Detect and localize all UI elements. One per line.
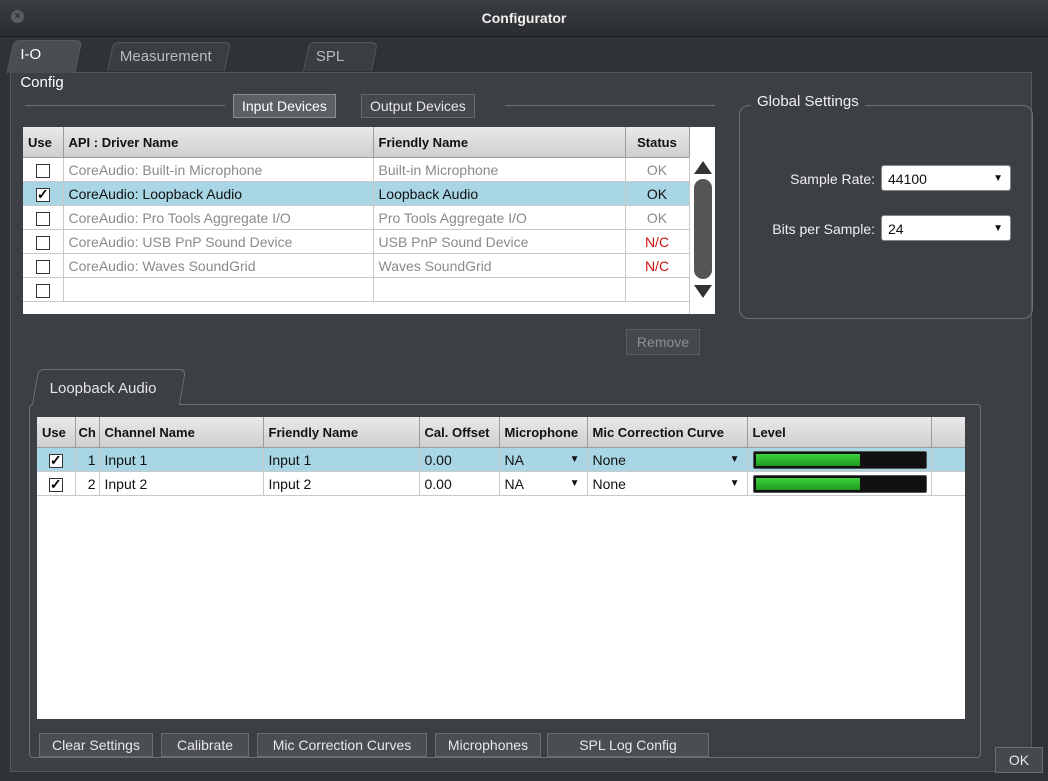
devices-table: Use API : Driver Name Friendly Name Stat… bbox=[23, 127, 715, 314]
api-driver-name: CoreAudio: USB PnP Sound Device bbox=[63, 229, 374, 254]
status: OK bbox=[625, 157, 690, 182]
use-checkbox[interactable]: ✓ bbox=[48, 453, 63, 468]
scroll-up-icon[interactable] bbox=[694, 161, 712, 174]
use-checkbox[interactable] bbox=[35, 283, 50, 298]
api-driver-name: CoreAudio: Waves SoundGrid bbox=[63, 253, 374, 278]
col-status[interactable]: Status bbox=[625, 127, 690, 158]
use-checkbox[interactable] bbox=[35, 211, 50, 226]
channel-name[interactable]: Input 2 bbox=[99, 471, 264, 496]
chevron-down-icon: ▼ bbox=[993, 223, 1003, 234]
bits-per-sample-label: Bits per Sample: bbox=[772, 221, 875, 237]
col-friendly-name[interactable]: Friendly Name bbox=[373, 127, 626, 158]
table-row[interactable]: ✓ CoreAudio: Loopback Audio Loopback Aud… bbox=[23, 181, 690, 206]
friendly-name: USB PnP Sound Device bbox=[373, 229, 626, 254]
mic-correction-select[interactable]: None ▼ bbox=[587, 471, 748, 496]
status: N/C bbox=[625, 229, 690, 254]
global-settings-group bbox=[739, 105, 1033, 319]
status: OK bbox=[625, 205, 690, 230]
divider-line bbox=[25, 105, 225, 106]
level-meter bbox=[752, 450, 927, 469]
col-level[interactable]: Level bbox=[747, 417, 932, 448]
microphones-button[interactable]: Microphones bbox=[435, 733, 541, 757]
col-cal-offset[interactable]: Cal. Offset bbox=[419, 417, 500, 448]
api-driver-name: CoreAudio: Built-in Microphone bbox=[63, 157, 374, 182]
friendly-name[interactable]: Input 2 bbox=[263, 471, 420, 496]
table-row[interactable]: CoreAudio: USB PnP Sound Device USB PnP … bbox=[23, 229, 690, 254]
table-row[interactable]: ✓ 2 Input 2 Input 2 0.00 NA ▼ None ▼ bbox=[37, 471, 965, 496]
spl-log-config-button[interactable]: SPL Log Config bbox=[547, 733, 709, 757]
api-driver-name: CoreAudio: Pro Tools Aggregate I/O bbox=[63, 205, 374, 230]
use-checkbox[interactable] bbox=[35, 235, 50, 250]
global-settings-title: Global Settings bbox=[751, 93, 865, 110]
tab-loopback-audio[interactable]: Loopback Audio bbox=[31, 369, 187, 405]
tab-io-config[interactable]: I-O Config bbox=[6, 40, 83, 91]
scroll-down-icon[interactable] bbox=[694, 285, 712, 298]
col-use[interactable]: Use bbox=[37, 417, 76, 448]
divider-line bbox=[505, 105, 715, 106]
channels-table-header: Use Ch Channel Name Friendly Name Cal. O… bbox=[37, 417, 965, 448]
channel-number: 2 bbox=[75, 471, 100, 496]
friendly-name: Waves SoundGrid bbox=[373, 253, 626, 278]
devices-table-header: Use API : Driver Name Friendly Name Stat… bbox=[23, 127, 690, 158]
col-microphone[interactable]: Microphone bbox=[499, 417, 588, 448]
friendly-name[interactable]: Input 1 bbox=[263, 447, 420, 472]
clear-settings-button[interactable]: Clear Settings bbox=[39, 733, 153, 757]
remove-button[interactable]: Remove bbox=[626, 329, 700, 355]
output-devices-button[interactable]: Output Devices bbox=[361, 94, 475, 118]
input-devices-button[interactable]: Input Devices bbox=[233, 94, 336, 118]
io-config-panel: Input Devices Output Devices Use API : D… bbox=[10, 72, 1033, 772]
level-meter bbox=[752, 474, 927, 493]
friendly-name: Pro Tools Aggregate I/O bbox=[373, 205, 626, 230]
col-channel-name[interactable]: Channel Name bbox=[99, 417, 264, 448]
channel-number: 1 bbox=[75, 447, 100, 472]
table-row[interactable]: ✓ 1 Input 1 Input 1 0.00 NA ▼ None ▼ bbox=[37, 447, 965, 472]
use-checkbox[interactable] bbox=[35, 163, 50, 178]
tab-measurement-config[interactable]: Measurement Config bbox=[106, 42, 231, 93]
friendly-name: Built-in Microphone bbox=[373, 157, 626, 182]
window-title: Configurator bbox=[481, 10, 567, 26]
microphone-select[interactable]: NA ▼ bbox=[499, 447, 588, 472]
chevron-down-icon: ▼ bbox=[729, 454, 740, 465]
use-checkbox[interactable] bbox=[35, 259, 50, 274]
microphone-select[interactable]: NA ▼ bbox=[499, 471, 588, 496]
cal-offset[interactable]: 0.00 bbox=[419, 471, 500, 496]
tab-spl-config[interactable]: SPL Config bbox=[302, 42, 379, 93]
col-use[interactable]: Use bbox=[23, 127, 64, 158]
use-checkbox[interactable]: ✓ bbox=[48, 477, 63, 492]
sample-rate-label: Sample Rate: bbox=[790, 171, 875, 187]
status: OK bbox=[625, 181, 690, 206]
chevron-down-icon: ▼ bbox=[729, 478, 740, 489]
scroll-thumb[interactable] bbox=[694, 179, 712, 279]
title-bar: × Configurator bbox=[0, 0, 1048, 37]
chevron-down-icon: ▼ bbox=[569, 478, 580, 489]
devices-scrollbar[interactable] bbox=[689, 157, 715, 314]
friendly-name: Loopback Audio bbox=[373, 181, 626, 206]
cal-offset[interactable]: 0.00 bbox=[419, 447, 500, 472]
channel-name[interactable]: Input 1 bbox=[99, 447, 264, 472]
status: N/C bbox=[625, 253, 690, 278]
table-row[interactable] bbox=[23, 277, 690, 302]
use-checkbox[interactable]: ✓ bbox=[35, 187, 50, 202]
ok-button[interactable]: OK bbox=[995, 747, 1043, 773]
mic-correction-curves-button[interactable]: Mic Correction Curves bbox=[257, 733, 427, 757]
bits-per-sample-select[interactable]: 24 ▼ bbox=[881, 215, 1011, 241]
level-meter-fill bbox=[755, 477, 860, 490]
chevron-down-icon: ▼ bbox=[993, 173, 1003, 184]
mic-correction-select[interactable]: None ▼ bbox=[587, 447, 748, 472]
col-mic-correction-curve[interactable]: Mic Correction Curve bbox=[587, 417, 748, 448]
sample-rate-select[interactable]: 44100 ▼ bbox=[881, 165, 1011, 191]
calibrate-button[interactable]: Calibrate bbox=[161, 733, 249, 757]
channels-table: Use Ch Channel Name Friendly Name Cal. O… bbox=[37, 417, 965, 719]
col-api-driver-name[interactable]: API : Driver Name bbox=[63, 127, 374, 158]
col-ch[interactable]: Ch bbox=[75, 417, 100, 448]
col-friendly-name[interactable]: Friendly Name bbox=[263, 417, 420, 448]
table-row[interactable]: CoreAudio: Waves SoundGrid Waves SoundGr… bbox=[23, 253, 690, 278]
level-meter-fill bbox=[755, 453, 860, 466]
table-row[interactable]: CoreAudio: Pro Tools Aggregate I/O Pro T… bbox=[23, 205, 690, 230]
api-driver-name: CoreAudio: Loopback Audio bbox=[63, 181, 374, 206]
chevron-down-icon: ▼ bbox=[569, 454, 580, 465]
table-row[interactable]: CoreAudio: Built-in Microphone Built-in … bbox=[23, 157, 690, 182]
